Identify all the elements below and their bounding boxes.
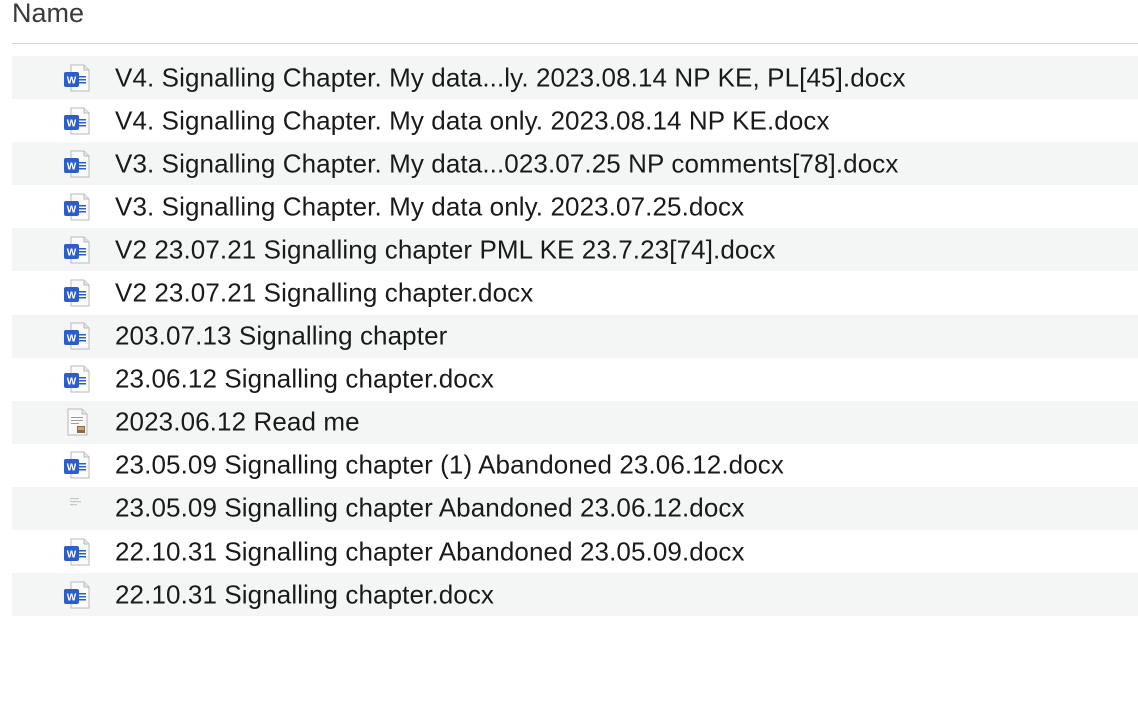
svg-text:W: W	[67, 161, 77, 172]
word-document-icon: W	[62, 149, 92, 179]
word-document-icon: W	[62, 364, 92, 394]
word-document-icon: W	[62, 235, 92, 265]
file-name: V4. Signalling Chapter. My data only. 20…	[115, 105, 830, 136]
file-row[interactable]: W 23.06.12 Signalling chapter.docx	[12, 358, 1138, 401]
word-document-icon: W	[62, 537, 92, 567]
svg-text:W: W	[67, 377, 77, 388]
file-name: 22.10.31 Signalling chapter Abandoned 23…	[115, 536, 745, 567]
word-document-icon: W	[62, 450, 92, 480]
svg-text:W: W	[67, 204, 77, 215]
file-name: V4. Signalling Chapter. My data...ly. 20…	[115, 62, 906, 93]
finder-file-list: Name W V4. Signalling Chapter. My data..…	[0, 0, 1138, 705]
svg-text:W: W	[67, 291, 77, 302]
word-document-icon: W	[62, 321, 92, 351]
file-name: 23.05.09 Signalling chapter (1) Abandone…	[115, 449, 785, 480]
word-document-icon: W	[62, 278, 92, 308]
file-row[interactable]: W V2 23.07.21 Signalling chapter.docx	[12, 271, 1138, 314]
name-column-header-label: Name	[12, 0, 85, 28]
file-row[interactable]: W V3. Signalling Chapter. My data...023.…	[12, 142, 1138, 186]
file-row[interactable]: W 203.07.13 Signalling chapter	[12, 314, 1138, 358]
file-rows: W V4. Signalling Chapter. My data...ly. …	[12, 56, 1138, 617]
word-document-icon: W	[62, 192, 92, 222]
file-row[interactable]: W 22.10.31 Signalling chapter Abandoned …	[12, 530, 1138, 573]
word-document-icon: W	[62, 580, 92, 610]
file-name: V3. Signalling Chapter. My data...023.07…	[115, 148, 899, 179]
word-document-icon: W	[62, 63, 92, 93]
file-name: 203.07.13 Signalling chapter	[115, 320, 448, 351]
file-name: 23.06.12 Signalling chapter.docx	[115, 363, 495, 394]
word-document-icon: W	[62, 106, 92, 136]
svg-text:W: W	[67, 463, 77, 474]
file-name: V2 23.07.21 Signalling chapter PML KE 23…	[115, 234, 776, 265]
blank-document-icon	[62, 493, 92, 523]
svg-text:W: W	[67, 549, 77, 560]
file-name: 2023.06.12 Read me	[115, 406, 360, 437]
file-row[interactable]: W 22.10.31 Signalling chapter.docx	[12, 573, 1138, 617]
file-name: 23.05.09 Signalling chapter Abandoned 23…	[115, 492, 745, 523]
file-row[interactable]: 2023.06.12 Read me	[12, 400, 1138, 444]
file-name: V2 23.07.21 Signalling chapter.docx	[115, 277, 534, 308]
svg-text:W: W	[67, 592, 77, 603]
file-row[interactable]: W V4. Signalling Chapter. My data only. …	[12, 99, 1138, 142]
file-row[interactable]: W V3. Signalling Chapter. My data only. …	[12, 185, 1138, 228]
file-row[interactable]: 23.05.09 Signalling chapter Abandoned 23…	[12, 486, 1138, 531]
svg-text:W: W	[67, 75, 77, 86]
file-name: V3. Signalling Chapter. My data only. 20…	[115, 191, 745, 222]
file-row[interactable]: W 23.05.09 Signalling chapter (1) Abando…	[12, 444, 1138, 487]
svg-text:W: W	[67, 247, 77, 258]
file-name: 22.10.31 Signalling chapter.docx	[115, 579, 495, 610]
file-row[interactable]: W V2 23.07.21 Signalling chapter PML KE …	[12, 228, 1138, 272]
svg-text:W: W	[67, 334, 77, 345]
name-column-header[interactable]: Name	[12, 0, 1138, 44]
svg-text:W: W	[67, 118, 77, 129]
file-row[interactable]: W V4. Signalling Chapter. My data...ly. …	[12, 56, 1138, 100]
text-document-thumbnail-icon	[62, 407, 92, 437]
